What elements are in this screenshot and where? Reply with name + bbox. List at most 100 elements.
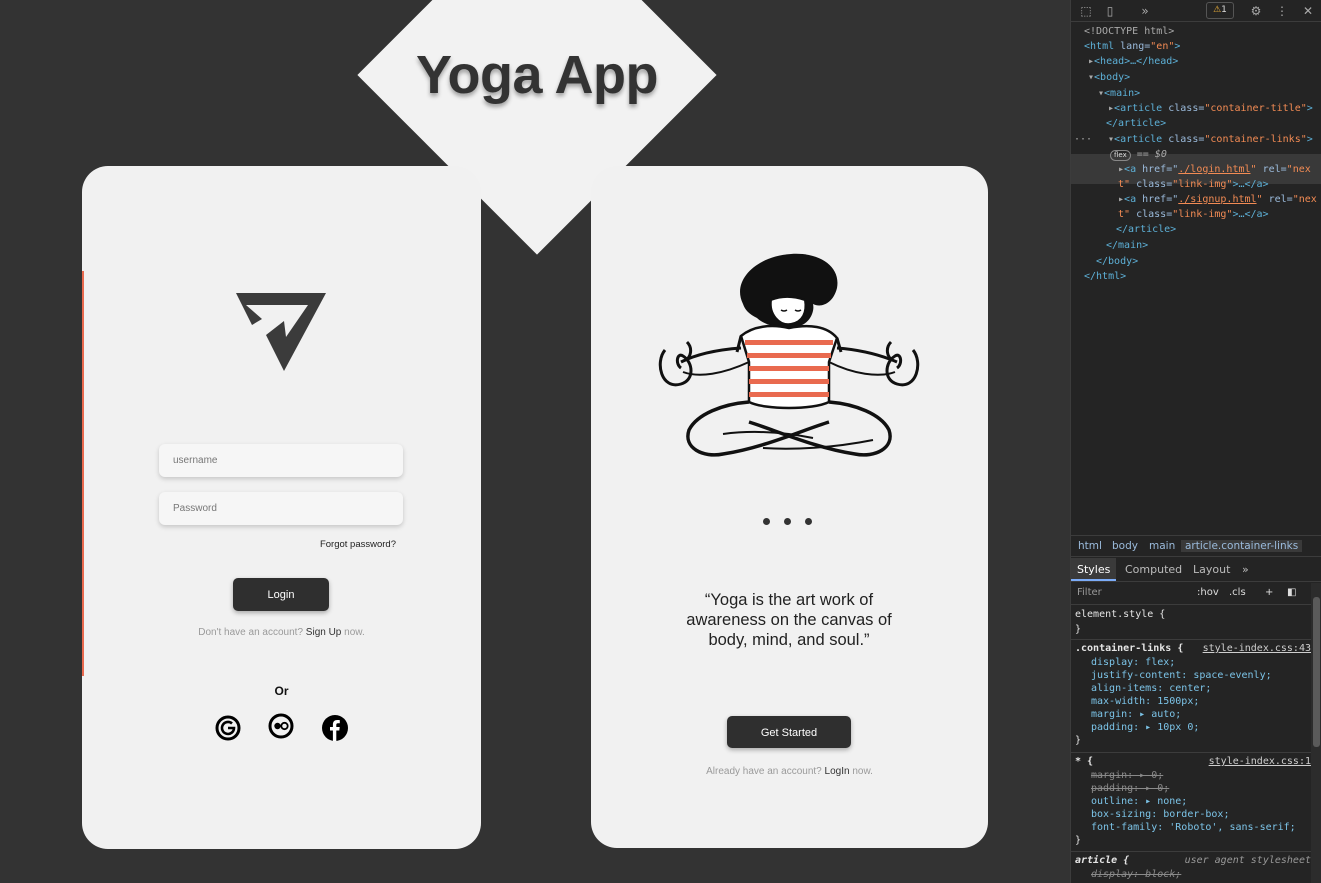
toggle-sidebar-icon[interactable]: ◧: [1287, 587, 1296, 598]
rule-close: }: [1075, 624, 1082, 635]
signup-link[interactable]: Sign Up: [306, 627, 342, 638]
dom-body-open[interactable]: ▾<body>: [1088, 71, 1130, 84]
inspect-element-icon[interactable]: ⬚: [1078, 3, 1094, 19]
decl-outline[interactable]: outline: ▸ none;: [1091, 795, 1187, 808]
flex-badge[interactable]: flex: [1110, 150, 1131, 161]
decl-font-family[interactable]: font-family: 'Roboto', sans-serif;: [1091, 821, 1296, 834]
breadcrumb-body[interactable]: body: [1112, 540, 1138, 552]
styles-scrollbar[interactable]: [1311, 583, 1321, 883]
page-title: Yoga App: [416, 45, 658, 105]
devtools-panel: ⬚ ▯ » ⚠1 ⚙ ⋮ ✕ <!DOCTYPE html> <html lan…: [1070, 0, 1321, 883]
password-input[interactable]: Password: [159, 492, 403, 525]
container-links-rule[interactable]: .container-links { style-index.css:43 di…: [1071, 642, 1311, 752]
flickr-icon[interactable]: [268, 713, 294, 739]
link-tag-name: a: [1130, 164, 1137, 175]
rel-value-start: "nex: [1292, 194, 1317, 205]
elements-tree[interactable]: <!DOCTYPE html> <html lang="en"> ▸<head>…: [1071, 23, 1321, 535]
dom-signup-link-cont[interactable]: t" class="link-img">…</a>: [1118, 208, 1269, 221]
carousel-dot[interactable]: [784, 518, 791, 525]
rule-close: }: [1075, 835, 1082, 846]
signup-href-value[interactable]: ./signup.html: [1178, 194, 1256, 205]
class-attr-name: class: [1136, 209, 1167, 220]
article-ua-rule[interactable]: article { user agent stylesheet display:…: [1071, 854, 1311, 883]
username-input[interactable]: username: [159, 444, 403, 477]
settings-gear-icon[interactable]: ⚙: [1248, 3, 1264, 19]
dom-login-link[interactable]: ▸<a href="./login.html" rel="nex: [1118, 163, 1311, 176]
login-link[interactable]: LogIn: [825, 766, 850, 777]
decl-box-sizing[interactable]: box-sizing: border-box;: [1091, 808, 1229, 821]
device-toolbar-icon[interactable]: ▯: [1102, 3, 1118, 19]
google-icon[interactable]: [215, 715, 241, 741]
href-attr-name: href: [1142, 164, 1167, 175]
breadcrumb-article[interactable]: article.container-links: [1181, 540, 1303, 552]
dom-body-close[interactable]: </body>: [1096, 255, 1138, 268]
get-started-button[interactable]: Get Started: [727, 716, 851, 748]
link-close: >…</a>: [1232, 209, 1269, 220]
rule-selector: * {: [1075, 756, 1094, 767]
element-style-selector[interactable]: element.style {: [1075, 608, 1165, 621]
decl-padding-overridden[interactable]: padding: ▸ 0;: [1091, 782, 1169, 795]
attr-value: "en": [1150, 41, 1175, 52]
decl-align-items[interactable]: align-items: center;: [1091, 682, 1211, 695]
styles-tabbar: Styles Computed Layout »: [1071, 558, 1321, 582]
login-prefix: Already have an account?: [706, 766, 822, 777]
rule-source-link[interactable]: style-index.css:43: [1203, 642, 1311, 655]
link-close: >…</a>: [1232, 179, 1269, 190]
dom-login-link-cont[interactable]: t" class="link-img">…</a>: [1118, 178, 1269, 191]
login-prompt: Already have an account? LogIn now.: [591, 766, 988, 777]
dom-doctype[interactable]: <!DOCTYPE html>: [1084, 25, 1174, 38]
decl-max-width[interactable]: max-width: 1500px;: [1091, 695, 1199, 708]
breadcrumb-main[interactable]: main: [1149, 540, 1175, 552]
tab-computed[interactable]: Computed: [1125, 563, 1182, 576]
dom-article-close[interactable]: </article>: [1106, 117, 1166, 130]
decl-margin-overridden[interactable]: margin: ▸ 0;: [1091, 769, 1163, 782]
rel-value-end: t": [1118, 209, 1131, 220]
breadcrumb-html[interactable]: html: [1078, 540, 1102, 552]
dom-article-close[interactable]: </article>: [1116, 223, 1176, 236]
universal-rule[interactable]: * { style-index.css:1 margin: ▸ 0; paddi…: [1071, 755, 1311, 850]
rule-selector: .container-links {: [1075, 643, 1184, 654]
app-logo-icon: [236, 293, 326, 371]
carousel-dot[interactable]: [805, 518, 812, 525]
carousel-dot[interactable]: [763, 518, 770, 525]
dom-signup-link[interactable]: ▸<a href="./signup.html" rel="nex: [1118, 193, 1317, 206]
carousel-indicator[interactable]: [763, 518, 813, 528]
dom-main-open[interactable]: ▾<main>: [1098, 87, 1140, 100]
more-tabs-icon[interactable]: »: [1242, 563, 1249, 576]
add-rule-icon[interactable]: +: [1265, 587, 1273, 598]
login-button[interactable]: Login: [233, 578, 329, 611]
forgot-password-link[interactable]: Forgot password?: [320, 539, 396, 550]
dom-html-open[interactable]: <html lang="en">: [1084, 40, 1180, 53]
warnings-badge[interactable]: ⚠1: [1206, 2, 1234, 19]
breadcrumb: html body main article.container-links: [1071, 535, 1321, 557]
tab-styles[interactable]: Styles: [1071, 558, 1117, 581]
filter-input[interactable]: Filter: [1077, 587, 1102, 598]
node-ellipsis-icon[interactable]: ···: [1074, 133, 1092, 146]
login-card[interactable]: username Password Forgot password? Login…: [82, 166, 481, 849]
scrollbar-thumb[interactable]: [1313, 597, 1320, 747]
hov-toggle[interactable]: :hov: [1197, 587, 1219, 598]
dom-article-links[interactable]: ▾<article class="container-links">: [1108, 133, 1313, 146]
more-tabs-icon[interactable]: »: [1137, 3, 1153, 19]
decl-justify-content[interactable]: justify-content: space-evenly;: [1091, 669, 1272, 682]
dom-head[interactable]: ▸<head>…</head>: [1088, 55, 1178, 68]
warning-count: 1: [1221, 5, 1227, 15]
rule-selector: article {: [1075, 855, 1130, 866]
cls-toggle[interactable]: .cls: [1229, 587, 1246, 598]
dom-html-close[interactable]: </html>: [1084, 270, 1126, 283]
dom-main-close[interactable]: </main>: [1106, 239, 1148, 252]
decl-margin[interactable]: margin: ▸ auto;: [1091, 708, 1181, 721]
dom-article-title[interactable]: ▸<article class="container-title">: [1108, 102, 1313, 115]
intro-card[interactable]: “Yoga is the art work of awareness on th…: [591, 166, 988, 848]
links-class-value: "container-links": [1204, 134, 1307, 145]
login-href-value[interactable]: ./login.html: [1178, 164, 1250, 175]
decl-padding[interactable]: padding: ▸ 10px 0;: [1091, 721, 1199, 734]
close-icon[interactable]: ✕: [1300, 3, 1316, 19]
more-options-icon[interactable]: ⋮: [1274, 3, 1290, 19]
rule-source-link[interactable]: style-index.css:1: [1209, 755, 1311, 768]
tab-layout[interactable]: Layout: [1193, 563, 1230, 576]
card-edge-accent: [82, 271, 84, 676]
decl-display-block[interactable]: display: block;: [1091, 868, 1181, 881]
facebook-icon[interactable]: [322, 715, 348, 741]
decl-display[interactable]: display: flex;: [1091, 656, 1175, 669]
